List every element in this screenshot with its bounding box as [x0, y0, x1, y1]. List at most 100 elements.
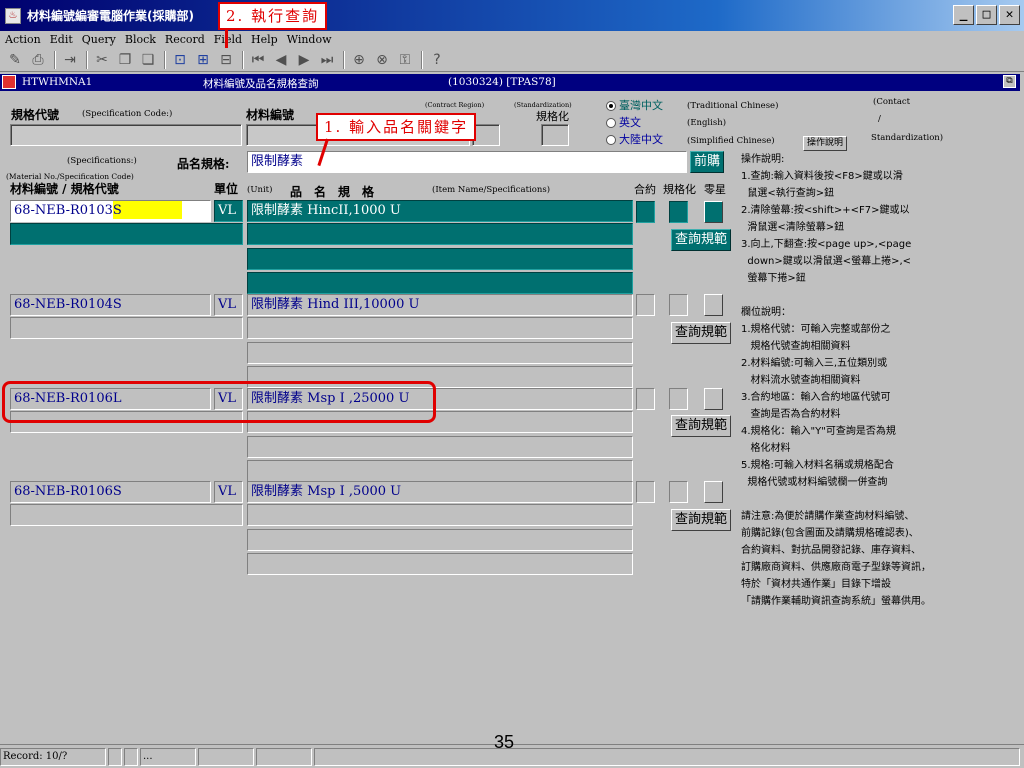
item-line-cell[interactable] [247, 342, 633, 364]
menu-window[interactable]: Window [287, 33, 332, 46]
item-line-cell[interactable] [247, 272, 633, 294]
matno-cell[interactable]: 68-NEB-R0103S [10, 200, 211, 222]
radio-simplified-icon[interactable] [606, 135, 616, 145]
radio-english-icon[interactable] [606, 118, 616, 128]
window-controls: _ □ ✕ [953, 5, 1020, 25]
spec-code-cell[interactable] [10, 504, 243, 526]
matno-highlight-text: S [112, 201, 122, 219]
contract-column-header: 合約 [634, 183, 656, 196]
menu-record[interactable]: Record [165, 33, 205, 46]
parts-checkbox[interactable] [704, 481, 723, 503]
insert-record-icon[interactable]: ⊕ [350, 51, 368, 69]
contract-region-en-label: (Contract Region) [425, 101, 485, 109]
enter-query-icon[interactable]: ⊡ [171, 51, 189, 69]
lang-option-simplified[interactable]: 大陸中文 [606, 131, 663, 147]
lang-english-label: 英文 [619, 116, 641, 129]
standardized-column-header: 規格化 [663, 183, 696, 196]
spec-code-input[interactable] [10, 124, 242, 146]
maximize-button[interactable]: □ [976, 5, 997, 25]
print-icon[interactable]: ⎙ [29, 51, 47, 69]
step2-pointer-line [225, 28, 228, 48]
item-line-cell[interactable] [247, 436, 633, 458]
help-icon[interactable]: ? [428, 51, 446, 69]
contract-checkbox[interactable] [636, 481, 655, 503]
paste-icon[interactable]: ❏ [139, 51, 157, 69]
contract-region-input[interactable] [472, 124, 500, 146]
unit-cell[interactable]: VL [214, 200, 243, 222]
standardized-checkbox[interactable] [669, 201, 688, 223]
parts-checkbox[interactable] [704, 294, 723, 316]
query-spec-button[interactable]: 查詢規範 [671, 415, 732, 437]
item-spec-input[interactable]: 限制酵素 [247, 151, 687, 173]
delete-record-icon[interactable]: ⊗ [373, 51, 391, 69]
item-cell[interactable]: 限制酵素 HincII,1000 U [247, 200, 633, 222]
spec-code-cell[interactable] [10, 317, 243, 339]
matno-cell[interactable]: 68-NEB-R0104S [10, 294, 211, 316]
status-segment [124, 748, 138, 766]
query-form: 規格代號 (Specification Code:) 材料編號 (Contrac… [0, 91, 1020, 720]
query-spec-button[interactable]: 查詢規範 [671, 322, 732, 344]
menu-bar: Action Edit Query Block Record Field Hel… [0, 31, 1024, 48]
contract-checkbox[interactable] [636, 201, 655, 223]
cut-icon[interactable]: ✂ [93, 51, 111, 69]
item-spec-label: 品名規格: [177, 157, 230, 171]
minimize-button[interactable]: _ [953, 5, 974, 25]
copy-icon[interactable]: ❐ [116, 51, 134, 69]
save-icon[interactable]: ✎ [6, 51, 24, 69]
step1-annotation: 1. 輸入品名關鍵字 [316, 113, 477, 141]
item-line-cell[interactable] [247, 460, 633, 482]
menu-edit[interactable]: Edit [50, 33, 73, 46]
item-cell[interactable]: 限制酵素 Hind III,10000 U [247, 294, 633, 316]
menu-action[interactable]: Action [5, 33, 41, 46]
parts-checkbox[interactable] [704, 201, 723, 223]
unit-cell[interactable]: VL [214, 294, 243, 316]
toolbar: ✎ ⎙ ⇥ ✂ ❐ ❏ ⊡ ⊞ ⊟ ⏮ ◀ ▶ ⏭ ⊕ ⊗ ⚿ ? [0, 48, 1024, 72]
execute-query-icon[interactable]: ⊞ [194, 51, 212, 69]
item-line-cell[interactable] [247, 223, 633, 245]
item-cell[interactable]: 限制酵素 Msp I ,5000 U [247, 481, 633, 503]
help-panel: 操作說明: 1.查詢:輸入資料後按<F8>鍵或以滑 鼠選<執行查詢>鈕 2.清除… [741, 154, 931, 607]
menu-query[interactable]: Query [82, 33, 116, 46]
item-line-cell[interactable] [247, 504, 633, 526]
maximize-icon[interactable]: ⧉ [1003, 75, 1016, 88]
toolbar-separator [164, 50, 166, 69]
lock-record-icon[interactable]: ⚿ [396, 51, 414, 69]
parts-checkbox[interactable] [704, 388, 723, 410]
last-record-icon[interactable]: ⏭ [318, 51, 336, 69]
item-line-cell[interactable] [247, 248, 633, 270]
window-title: 材料編號編審電腦作業(採購部) [27, 9, 194, 23]
next-record-icon[interactable]: ▶ [295, 51, 313, 69]
first-record-icon[interactable]: ⏮ [249, 51, 267, 69]
item-line-cell[interactable] [247, 553, 633, 575]
matno-cell[interactable]: 68-NEB-R0106S [10, 481, 211, 503]
prev-purchase-button[interactable]: 前購 [690, 151, 725, 173]
exit-icon[interactable]: ⇥ [61, 51, 79, 69]
previous-record-icon[interactable]: ◀ [272, 51, 290, 69]
lang-simplified-label: 大陸中文 [619, 133, 663, 146]
standardized-checkbox[interactable] [669, 481, 688, 503]
menu-block[interactable]: Block [125, 33, 156, 46]
unit-cell[interactable]: VL [214, 481, 243, 503]
contract-checkbox[interactable] [636, 294, 655, 316]
cancel-query-icon[interactable]: ⊟ [217, 51, 235, 69]
lang-traditional-en: (Traditional Chinese) [687, 101, 779, 111]
item-en-label: (Item Name/Specifications) [432, 185, 551, 195]
query-spec-button[interactable]: 查詢規範 [671, 229, 732, 251]
standardization-input[interactable] [541, 124, 569, 146]
query-spec-button[interactable]: 查詢規範 [671, 509, 732, 531]
standardized-checkbox[interactable] [669, 294, 688, 316]
text-cursor-highlight [121, 201, 182, 219]
item-line-cell[interactable] [247, 529, 633, 551]
toolbar-separator [421, 50, 423, 69]
spec-code-cell[interactable] [10, 223, 243, 245]
matno-column-header: 材料編號 / 規格代號 [10, 182, 119, 196]
item-line-cell[interactable] [247, 317, 633, 339]
contract-checkbox[interactable] [636, 388, 655, 410]
menu-help[interactable]: Help [251, 33, 278, 46]
lang-option-english[interactable]: 英文 [606, 114, 641, 130]
lang-option-traditional[interactable]: 臺灣中文 [606, 97, 663, 113]
close-button[interactable]: ✕ [999, 5, 1020, 25]
radio-traditional-icon[interactable] [606, 101, 616, 111]
help-button[interactable]: 操作說明 [803, 136, 848, 151]
standardized-checkbox[interactable] [669, 388, 688, 410]
